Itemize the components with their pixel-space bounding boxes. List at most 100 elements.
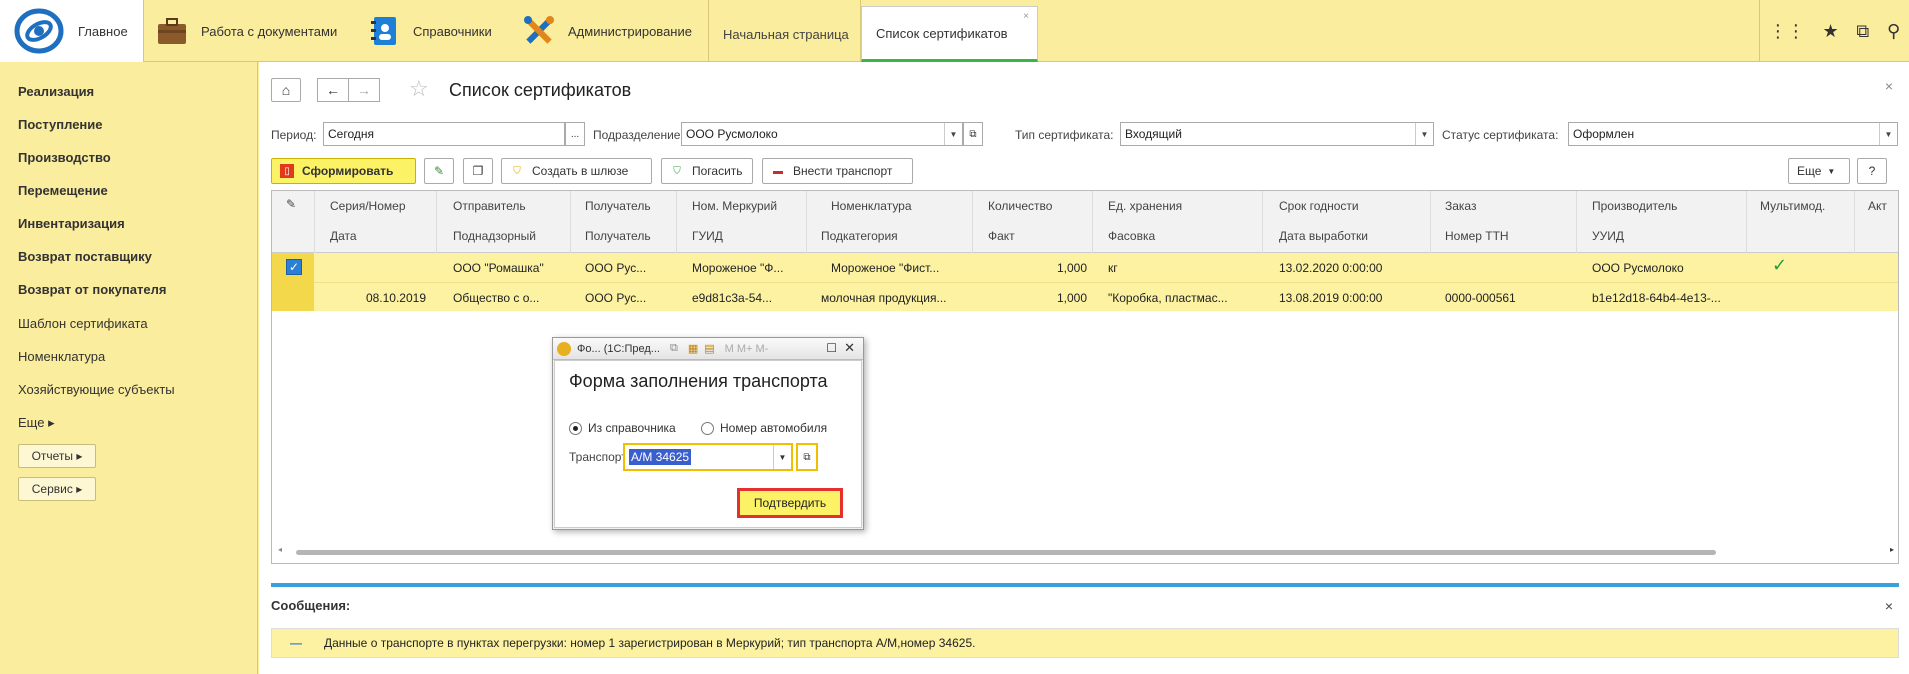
division-label: Подразделение: — [593, 128, 684, 142]
scroll-left-icon[interactable]: ◂ — [278, 545, 282, 554]
cert-status-value: Оформлен — [1573, 127, 1635, 141]
radio-from-directory[interactable]: Из справочника — [569, 421, 676, 435]
back-arrow-icon[interactable]: ← — [317, 78, 349, 102]
table-row[interactable]: ООО "Ромашка" ООО Рус... Мороженое "Ф...… — [272, 253, 1898, 282]
header-supervised[interactable]: Поднадзорный — [453, 229, 536, 243]
cert-status-field[interactable]: Оформлен ▼ — [1568, 122, 1898, 146]
header-fact[interactable]: Факт — [988, 229, 1015, 243]
table-row[interactable]: 08.10.2019 Общество с о... ООО Рус... e9… — [272, 282, 1898, 311]
header-quantity[interactable]: Количество — [988, 199, 1052, 213]
forward-arrow-icon[interactable]: → — [348, 78, 380, 102]
calculator-icon[interactable]: ▦ — [688, 342, 698, 355]
header-sender[interactable]: Отправитель — [453, 199, 526, 213]
history-icon[interactable]: ⧉ — [1856, 21, 1869, 42]
sidebar-item-return-customer[interactable]: Возврат от покупателя — [18, 282, 166, 297]
tab-home-page[interactable]: Начальная страница — [709, 6, 863, 62]
maximize-icon[interactable]: ☐ — [826, 341, 837, 355]
header-nomenclature[interactable]: Номенклатура — [831, 199, 912, 213]
divider — [972, 191, 973, 253]
section-admin-label: Администрирование — [568, 23, 692, 39]
edit-checked-button[interactable]: ✎ — [424, 158, 454, 184]
section-documents[interactable]: Работа с документами — [155, 0, 337, 62]
cell-storage-unit: кг — [1108, 261, 1118, 275]
tab-certificate-list[interactable]: Список сертификатов × — [861, 6, 1038, 62]
sidebar-link-nomenclature[interactable]: Номенклатура — [18, 349, 105, 364]
row-select-cell[interactable]: ✓ — [272, 253, 314, 311]
copy-button[interactable]: ❐ — [463, 158, 493, 184]
chevron-down-icon[interactable]: ▼ — [944, 123, 962, 145]
period-field[interactable]: Сегодня — [323, 122, 565, 146]
header-date[interactable]: Дата — [330, 229, 357, 243]
cert-type-field[interactable]: Входящий ▼ — [1120, 122, 1434, 146]
header-recipient[interactable]: Получатель — [585, 199, 651, 213]
header-mercury-number[interactable]: Ном. Меркурий — [692, 199, 777, 213]
sidebar-item-sales[interactable]: Реализация — [18, 84, 94, 99]
header-multimodal[interactable]: Мультимод. — [1760, 199, 1825, 213]
memory-buttons[interactable]: M M+ M- — [725, 343, 769, 355]
sidebar-item-transfer[interactable]: Перемещение — [18, 183, 108, 198]
header-order[interactable]: Заказ — [1445, 199, 1476, 213]
header-manufacturer[interactable]: Производитель — [1592, 199, 1677, 213]
header-uuid[interactable]: УУИД — [1592, 229, 1624, 243]
sidebar-link-more[interactable]: Еще ▸ — [18, 415, 55, 431]
chevron-down-icon[interactable]: ▼ — [1879, 123, 1897, 145]
horizontal-scrollbar[interactable]: ◂ ▸ — [276, 545, 1896, 557]
generate-button[interactable]: ▯ Сформировать — [271, 158, 416, 184]
close-icon[interactable]: ✕ — [844, 340, 855, 356]
header-subcategory[interactable]: Подкатегория — [821, 229, 898, 243]
divider — [314, 191, 315, 253]
chevron-down-icon: ▼ — [1827, 166, 1836, 176]
scroll-right-icon[interactable]: ▸ — [1890, 545, 1894, 554]
division-open-icon[interactable]: ⧉ — [963, 122, 983, 146]
search-icon[interactable]: ⚲ — [1887, 21, 1900, 42]
header-guid[interactable]: ГУИД — [692, 229, 723, 243]
header-act[interactable]: Акт — [1868, 199, 1887, 213]
header-expiry[interactable]: Срок годности — [1279, 199, 1359, 213]
reports-button[interactable]: Отчеты ▸ — [18, 444, 96, 468]
dialog-titlebar[interactable]: Фо... (1С:Пред... ⧉ ▦ ▤ M M+ M- ☐ ✕ — [553, 338, 863, 360]
link-icon[interactable]: ⧉ — [670, 342, 678, 355]
home-icon[interactable]: ⌂ — [271, 78, 301, 102]
favorites-star-icon[interactable]: ★ — [1823, 21, 1839, 42]
message-item[interactable]: — Данные о транспорте в пунктах перегруз… — [271, 628, 1899, 658]
select-all-icon[interactable]: ✎ — [286, 197, 296, 211]
header-recipient-2[interactable]: Получатель — [585, 229, 651, 243]
header-ttn-number[interactable]: Номер ТТН — [1445, 229, 1509, 243]
sidebar-link-entities[interactable]: Хозяйствующие субъекты — [18, 382, 175, 397]
row-checkbox[interactable]: ✓ — [286, 259, 302, 275]
period-select-button[interactable]: ... — [565, 122, 585, 146]
division-field[interactable]: ООО Русмолоко ▼ — [681, 122, 963, 146]
chevron-down-icon[interactable]: ▼ — [1415, 123, 1433, 145]
service-button[interactable]: Сервис ▸ — [18, 477, 96, 501]
sidebar-item-return-supplier[interactable]: Возврат поставщику — [18, 249, 152, 264]
section-admin[interactable]: Администрирование — [522, 0, 692, 62]
cell-uuid: b1e12d18-64b4-4e13-... — [1592, 291, 1721, 305]
header-production-date[interactable]: Дата выработки — [1279, 229, 1368, 243]
more-button[interactable]: Еще ▼ — [1788, 158, 1850, 184]
create-in-gateway-button[interactable]: ⛉ Создать в шлюзе — [501, 158, 652, 184]
chevron-down-icon[interactable]: ▼ — [773, 445, 791, 469]
close-icon[interactable]: × — [1885, 598, 1893, 614]
sidebar-item-production[interactable]: Производство — [18, 150, 111, 165]
confirm-button[interactable]: Подтвердить — [737, 488, 843, 518]
radio-car-number[interactable]: Номер автомобиля — [701, 421, 827, 435]
favorite-star-icon[interactable]: ☆ — [409, 76, 429, 102]
calendar-icon[interactable]: ▤ — [704, 342, 714, 355]
sidebar-item-inventory[interactable]: Инвентаризация — [18, 216, 125, 231]
scroll-thumb[interactable] — [296, 550, 1716, 555]
sidebar-link-template[interactable]: Шаблон сертификата — [18, 316, 148, 331]
grid-menu-icon[interactable]: ⋮⋮ — [1769, 21, 1805, 42]
header-series-number[interactable]: Серия/Номер — [330, 199, 406, 213]
close-icon[interactable]: × — [1885, 78, 1893, 94]
add-transport-button[interactable]: ▬ Внести транспорт — [762, 158, 913, 184]
repay-button[interactable]: ⛉ Погасить — [661, 158, 753, 184]
check-mark-icon: ✓ — [1772, 255, 1788, 275]
open-icon[interactable]: ⧉ — [796, 443, 818, 471]
tab-close-icon[interactable]: × — [1023, 11, 1029, 22]
section-directories[interactable]: Справочники — [367, 0, 492, 62]
sidebar-item-receipts[interactable]: Поступление — [18, 117, 103, 132]
header-packaging[interactable]: Фасовка — [1108, 229, 1155, 243]
header-storage-unit[interactable]: Ед. хранения — [1108, 199, 1182, 213]
transport-input[interactable]: А/М 34625 ▼ — [623, 443, 793, 471]
help-button[interactable]: ? — [1857, 158, 1887, 184]
